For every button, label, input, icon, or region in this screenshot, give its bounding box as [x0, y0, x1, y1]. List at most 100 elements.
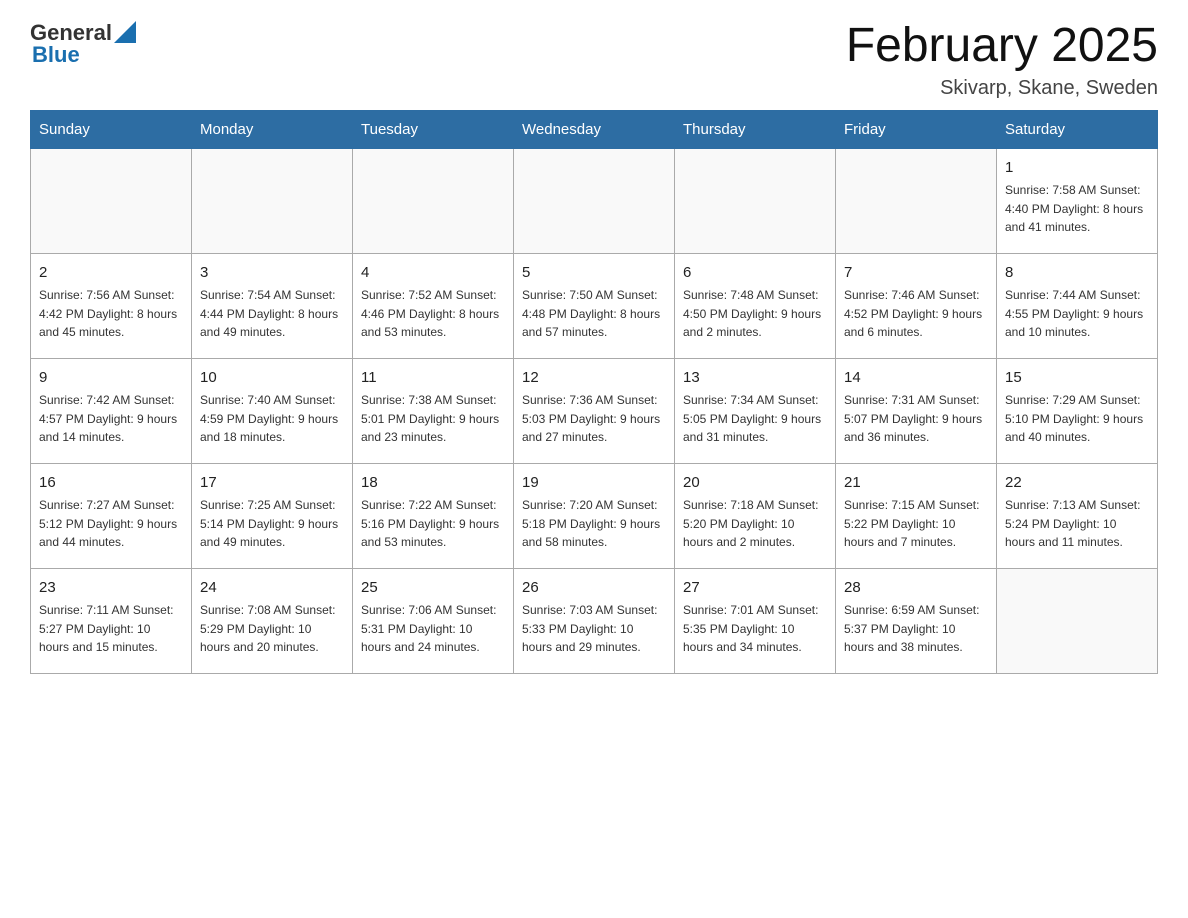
week-row-4: 23Sunrise: 7:11 AM Sunset: 5:27 PM Dayli… [31, 568, 1158, 673]
calendar-cell: 16Sunrise: 7:27 AM Sunset: 5:12 PM Dayli… [31, 463, 192, 568]
weekday-header-wednesday: Wednesday [514, 110, 675, 148]
day-info: Sunrise: 7:22 AM Sunset: 5:16 PM Dayligh… [361, 496, 505, 552]
calendar-cell: 20Sunrise: 7:18 AM Sunset: 5:20 PM Dayli… [675, 463, 836, 568]
day-info: Sunrise: 7:58 AM Sunset: 4:40 PM Dayligh… [1005, 181, 1149, 237]
logo-text-blue: Blue [32, 42, 80, 68]
week-row-2: 9Sunrise: 7:42 AM Sunset: 4:57 PM Daylig… [31, 358, 1158, 463]
day-number: 28 [844, 577, 988, 600]
day-number: 4 [361, 262, 505, 285]
calendar-cell [31, 148, 192, 253]
day-number: 8 [1005, 262, 1149, 285]
day-number: 15 [1005, 367, 1149, 390]
calendar-cell: 4Sunrise: 7:52 AM Sunset: 4:46 PM Daylig… [353, 253, 514, 358]
calendar-cell [836, 148, 997, 253]
calendar-cell: 2Sunrise: 7:56 AM Sunset: 4:42 PM Daylig… [31, 253, 192, 358]
day-number: 27 [683, 577, 827, 600]
calendar-cell: 9Sunrise: 7:42 AM Sunset: 4:57 PM Daylig… [31, 358, 192, 463]
day-number: 6 [683, 262, 827, 285]
calendar-cell: 22Sunrise: 7:13 AM Sunset: 5:24 PM Dayli… [997, 463, 1158, 568]
calendar-cell: 24Sunrise: 7:08 AM Sunset: 5:29 PM Dayli… [192, 568, 353, 673]
day-number: 2 [39, 262, 183, 285]
calendar-cell: 18Sunrise: 7:22 AM Sunset: 5:16 PM Dayli… [353, 463, 514, 568]
day-info: Sunrise: 7:34 AM Sunset: 5:05 PM Dayligh… [683, 391, 827, 447]
day-info: Sunrise: 7:42 AM Sunset: 4:57 PM Dayligh… [39, 391, 183, 447]
logo: General Blue [30, 20, 136, 68]
day-info: Sunrise: 7:44 AM Sunset: 4:55 PM Dayligh… [1005, 286, 1149, 342]
title-block: February 2025 Skivarp, Skane, Sweden [846, 20, 1158, 100]
day-info: Sunrise: 7:03 AM Sunset: 5:33 PM Dayligh… [522, 601, 666, 657]
weekday-header-saturday: Saturday [997, 110, 1158, 148]
day-number: 12 [522, 367, 666, 390]
calendar-table: SundayMondayTuesdayWednesdayThursdayFrid… [30, 110, 1158, 674]
calendar-cell: 26Sunrise: 7:03 AM Sunset: 5:33 PM Dayli… [514, 568, 675, 673]
week-row-3: 16Sunrise: 7:27 AM Sunset: 5:12 PM Dayli… [31, 463, 1158, 568]
day-info: Sunrise: 7:31 AM Sunset: 5:07 PM Dayligh… [844, 391, 988, 447]
day-info: Sunrise: 7:38 AM Sunset: 5:01 PM Dayligh… [361, 391, 505, 447]
day-number: 17 [200, 472, 344, 495]
calendar-title: February 2025 [846, 20, 1158, 73]
calendar-cell: 13Sunrise: 7:34 AM Sunset: 5:05 PM Dayli… [675, 358, 836, 463]
day-info: Sunrise: 7:08 AM Sunset: 5:29 PM Dayligh… [200, 601, 344, 657]
day-info: Sunrise: 7:40 AM Sunset: 4:59 PM Dayligh… [200, 391, 344, 447]
calendar-cell: 27Sunrise: 7:01 AM Sunset: 5:35 PM Dayli… [675, 568, 836, 673]
day-info: Sunrise: 7:54 AM Sunset: 4:44 PM Dayligh… [200, 286, 344, 342]
calendar-cell: 15Sunrise: 7:29 AM Sunset: 5:10 PM Dayli… [997, 358, 1158, 463]
day-info: Sunrise: 7:29 AM Sunset: 5:10 PM Dayligh… [1005, 391, 1149, 447]
day-info: Sunrise: 7:48 AM Sunset: 4:50 PM Dayligh… [683, 286, 827, 342]
day-info: Sunrise: 7:11 AM Sunset: 5:27 PM Dayligh… [39, 601, 183, 657]
calendar-cell [997, 568, 1158, 673]
weekday-header-friday: Friday [836, 110, 997, 148]
day-info: Sunrise: 7:15 AM Sunset: 5:22 PM Dayligh… [844, 496, 988, 552]
day-number: 11 [361, 367, 505, 390]
weekday-header-thursday: Thursday [675, 110, 836, 148]
weekday-header-tuesday: Tuesday [353, 110, 514, 148]
calendar-cell: 25Sunrise: 7:06 AM Sunset: 5:31 PM Dayli… [353, 568, 514, 673]
calendar-cell [675, 148, 836, 253]
day-number: 25 [361, 577, 505, 600]
week-row-1: 2Sunrise: 7:56 AM Sunset: 4:42 PM Daylig… [31, 253, 1158, 358]
day-number: 7 [844, 262, 988, 285]
day-number: 3 [200, 262, 344, 285]
calendar-subtitle: Skivarp, Skane, Sweden [846, 77, 1158, 100]
day-info: Sunrise: 6:59 AM Sunset: 5:37 PM Dayligh… [844, 601, 988, 657]
day-number: 23 [39, 577, 183, 600]
calendar-cell: 17Sunrise: 7:25 AM Sunset: 5:14 PM Dayli… [192, 463, 353, 568]
calendar-cell: 28Sunrise: 6:59 AM Sunset: 5:37 PM Dayli… [836, 568, 997, 673]
calendar-cell: 19Sunrise: 7:20 AM Sunset: 5:18 PM Dayli… [514, 463, 675, 568]
calendar-cell: 3Sunrise: 7:54 AM Sunset: 4:44 PM Daylig… [192, 253, 353, 358]
day-number: 5 [522, 262, 666, 285]
calendar-cell: 6Sunrise: 7:48 AM Sunset: 4:50 PM Daylig… [675, 253, 836, 358]
day-number: 16 [39, 472, 183, 495]
weekday-header-sunday: Sunday [31, 110, 192, 148]
week-row-0: 1Sunrise: 7:58 AM Sunset: 4:40 PM Daylig… [31, 148, 1158, 253]
calendar-cell: 12Sunrise: 7:36 AM Sunset: 5:03 PM Dayli… [514, 358, 675, 463]
day-number: 13 [683, 367, 827, 390]
day-info: Sunrise: 7:25 AM Sunset: 5:14 PM Dayligh… [200, 496, 344, 552]
calendar-cell: 11Sunrise: 7:38 AM Sunset: 5:01 PM Dayli… [353, 358, 514, 463]
calendar-cell: 10Sunrise: 7:40 AM Sunset: 4:59 PM Dayli… [192, 358, 353, 463]
day-info: Sunrise: 7:27 AM Sunset: 5:12 PM Dayligh… [39, 496, 183, 552]
day-number: 24 [200, 577, 344, 600]
calendar-cell [353, 148, 514, 253]
calendar-cell: 1Sunrise: 7:58 AM Sunset: 4:40 PM Daylig… [997, 148, 1158, 253]
day-info: Sunrise: 7:36 AM Sunset: 5:03 PM Dayligh… [522, 391, 666, 447]
day-info: Sunrise: 7:56 AM Sunset: 4:42 PM Dayligh… [39, 286, 183, 342]
day-info: Sunrise: 7:06 AM Sunset: 5:31 PM Dayligh… [361, 601, 505, 657]
calendar-cell [192, 148, 353, 253]
weekday-header-monday: Monday [192, 110, 353, 148]
calendar-cell: 8Sunrise: 7:44 AM Sunset: 4:55 PM Daylig… [997, 253, 1158, 358]
calendar-cell: 21Sunrise: 7:15 AM Sunset: 5:22 PM Dayli… [836, 463, 997, 568]
day-info: Sunrise: 7:52 AM Sunset: 4:46 PM Dayligh… [361, 286, 505, 342]
calendar-cell: 7Sunrise: 7:46 AM Sunset: 4:52 PM Daylig… [836, 253, 997, 358]
day-number: 9 [39, 367, 183, 390]
day-number: 20 [683, 472, 827, 495]
day-info: Sunrise: 7:50 AM Sunset: 4:48 PM Dayligh… [522, 286, 666, 342]
page-header: General Blue February 2025 Skivarp, Skan… [30, 20, 1158, 100]
day-number: 18 [361, 472, 505, 495]
calendar-cell: 14Sunrise: 7:31 AM Sunset: 5:07 PM Dayli… [836, 358, 997, 463]
day-info: Sunrise: 7:01 AM Sunset: 5:35 PM Dayligh… [683, 601, 827, 657]
day-info: Sunrise: 7:46 AM Sunset: 4:52 PM Dayligh… [844, 286, 988, 342]
day-number: 26 [522, 577, 666, 600]
logo-triangle-icon [114, 21, 136, 43]
day-info: Sunrise: 7:13 AM Sunset: 5:24 PM Dayligh… [1005, 496, 1149, 552]
